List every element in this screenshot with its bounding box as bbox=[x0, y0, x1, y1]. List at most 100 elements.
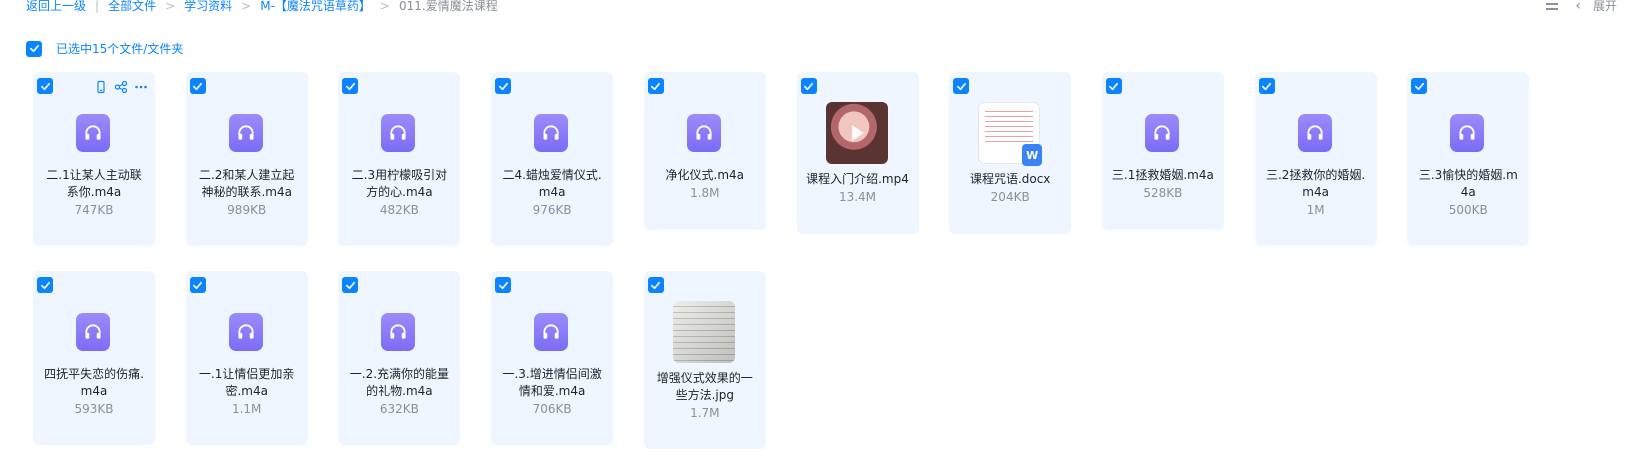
image-thumbnail bbox=[672, 301, 735, 363]
phone-icon[interactable] bbox=[94, 80, 108, 94]
file-card[interactable]: 一.2.充满你的能量 的礼物.m4a 632KB bbox=[338, 271, 461, 445]
headphones-icon bbox=[238, 324, 254, 339]
share-icon[interactable] bbox=[114, 80, 128, 94]
file-size: 528KB bbox=[1143, 186, 1183, 200]
chevron-left-icon[interactable]: ‹ bbox=[1575, 0, 1581, 13]
checkmark-icon bbox=[40, 281, 50, 289]
audio-file-icon bbox=[76, 313, 110, 351]
breadcrumb: 返回上一级 | 全部文件 > 学习资料 > M-【魔法咒语草药】 > 011.爱… bbox=[26, 0, 498, 12]
headphones-icon bbox=[390, 125, 406, 140]
file-card[interactable]: 二.1让某人主动联 系你.m4a 747KB bbox=[33, 72, 155, 246]
checkmark-icon bbox=[193, 281, 203, 289]
file-size: 204KB bbox=[990, 190, 1030, 204]
word-icon: W bbox=[1022, 144, 1043, 166]
file-checkbox[interactable] bbox=[495, 78, 512, 94]
file-name: 三.2拯救你的婚姻. m4a bbox=[1261, 167, 1371, 201]
file-name: 课程入门介绍.mp4 bbox=[803, 171, 913, 188]
file-name-line: 一.3.增进情侣间激 bbox=[502, 367, 602, 381]
file-thumbnail bbox=[825, 102, 888, 164]
file-name: 一.1让情侣更加亲 密.m4a bbox=[192, 366, 302, 400]
breadcrumb-separator: | bbox=[95, 0, 100, 13]
file-card[interactable]: 增强仪式效果的一 些方法.jpg 1.7M bbox=[643, 271, 766, 449]
file-name: 二.1让某人主动联 系你.m4a bbox=[39, 167, 149, 201]
file-name-line: 一.1让情侣更加亲 bbox=[198, 367, 295, 381]
audio-file-icon bbox=[534, 114, 569, 152]
file-card[interactable]: 二.2和某人建立起 神秘的联系.m4a 989KB bbox=[185, 72, 308, 246]
breadcrumb-all-files[interactable]: 全部文件 bbox=[108, 0, 156, 12]
file-card[interactable]: 三.3愉快的婚姻.m 4a 500KB bbox=[1407, 72, 1530, 246]
file-card[interactable]: 二.3用柠檬吸引对 方的心.m4a 482KB bbox=[338, 72, 461, 246]
file-name-line: 三.1拯救婚姻.m4a bbox=[1111, 168, 1214, 182]
checkmark-icon bbox=[29, 44, 39, 53]
file-checkbox[interactable] bbox=[495, 277, 512, 293]
back-link[interactable]: 返回上一级 bbox=[26, 0, 86, 12]
file-card[interactable]: 四抚平失恋的伤痛. m4a 593KB bbox=[33, 271, 155, 445]
file-card[interactable]: W 课程咒语.docx 204KB bbox=[949, 72, 1072, 234]
file-size: 500KB bbox=[1448, 203, 1488, 217]
file-checkbox[interactable] bbox=[953, 78, 970, 94]
file-size: 747KB bbox=[74, 203, 114, 217]
file-checkbox[interactable] bbox=[647, 277, 664, 293]
file-size: 632KB bbox=[379, 402, 419, 416]
file-name-line: 三.2拯救你的婚姻. bbox=[1265, 168, 1366, 182]
file-checkbox[interactable] bbox=[1105, 78, 1122, 94]
checkmark-icon bbox=[345, 82, 355, 90]
headphones-icon bbox=[1154, 125, 1170, 140]
file-checkbox[interactable] bbox=[37, 277, 53, 293]
file-name-line: 增强仪式效果的一 bbox=[656, 371, 753, 385]
file-card[interactable]: 三.1拯救婚姻.m4a 528KB bbox=[1101, 72, 1224, 230]
file-card[interactable]: 一.1让情侣更加亲 密.m4a 1.1M bbox=[185, 271, 308, 445]
checkmark-icon bbox=[651, 82, 661, 90]
file-name: 课程咒语.docx bbox=[955, 171, 1065, 188]
file-name: 三.3愉快的婚姻.m 4a bbox=[1413, 167, 1523, 201]
headphones-icon bbox=[543, 125, 559, 140]
file-checkbox[interactable] bbox=[342, 78, 359, 94]
checkmark-icon bbox=[804, 82, 813, 90]
breadcrumb-study[interactable]: 学习资料 bbox=[184, 0, 232, 12]
headphones-icon bbox=[85, 125, 101, 140]
view-controls: ‹ 展开 bbox=[1545, 0, 1617, 13]
select-all-row: 已选中15个文件/文件夹 bbox=[26, 40, 183, 57]
file-name-line: 二.3用柠檬吸引对 bbox=[351, 168, 448, 182]
file-name-line: 4a bbox=[1460, 185, 1476, 199]
file-thumbnail bbox=[520, 301, 582, 363]
video-thumbnail bbox=[825, 102, 888, 164]
headphones-icon bbox=[238, 125, 254, 140]
file-checkbox[interactable] bbox=[342, 277, 359, 293]
file-card[interactable]: 一.3.增进情侣间激 情和爱.m4a 706KB bbox=[491, 271, 614, 445]
file-card[interactable]: 二4.蜡烛爱情仪式. m4a 976KB bbox=[491, 72, 614, 246]
file-checkbox[interactable] bbox=[647, 78, 664, 94]
file-checkbox[interactable] bbox=[189, 277, 206, 293]
file-size: 593KB bbox=[74, 402, 114, 416]
breadcrumb-separator: > bbox=[165, 0, 176, 13]
card-actions bbox=[94, 80, 148, 94]
audio-file-icon bbox=[534, 313, 569, 351]
file-name-line: 系你.m4a bbox=[66, 185, 122, 199]
file-card[interactable]: 课程入门介绍.mp4 13.4M bbox=[796, 72, 919, 234]
file-name-line: 三.3愉快的婚姻.m bbox=[1418, 168, 1518, 182]
file-card[interactable]: 三.2拯救你的婚姻. m4a 1M bbox=[1254, 72, 1377, 246]
more-icon[interactable] bbox=[134, 80, 148, 94]
file-size: 13.4M bbox=[838, 190, 877, 204]
file-name-line: 密.m4a bbox=[225, 384, 268, 398]
file-checkbox[interactable] bbox=[1411, 78, 1428, 94]
file-checkbox[interactable] bbox=[1258, 78, 1275, 94]
audio-file-icon bbox=[1450, 114, 1485, 152]
file-size: 706KB bbox=[532, 402, 572, 416]
file-name-line: 情和爱.m4a bbox=[518, 384, 586, 398]
file-name-line: 神秘的联系.m4a bbox=[201, 185, 292, 199]
file-thumbnail bbox=[672, 301, 735, 363]
file-checkbox[interactable] bbox=[800, 78, 817, 94]
breadcrumb-current: 011.爱情魔法课程 bbox=[398, 0, 498, 13]
breadcrumb-separator: > bbox=[379, 0, 390, 13]
file-checkbox[interactable] bbox=[37, 78, 53, 94]
file-card[interactable]: 净化仪式.m4a 1.8M bbox=[643, 72, 766, 230]
checkmark-icon bbox=[498, 281, 508, 289]
expand-button[interactable]: 展开 bbox=[1593, 0, 1617, 12]
file-name: 净化仪式.m4a bbox=[650, 167, 760, 184]
checkmark-icon bbox=[345, 281, 355, 289]
breadcrumb-folder[interactable]: M-【魔法咒语草药】 bbox=[260, 0, 371, 12]
file-checkbox[interactable] bbox=[189, 78, 206, 94]
list-view-icon[interactable] bbox=[1545, 0, 1559, 12]
select-all-checkbox[interactable] bbox=[26, 40, 42, 57]
